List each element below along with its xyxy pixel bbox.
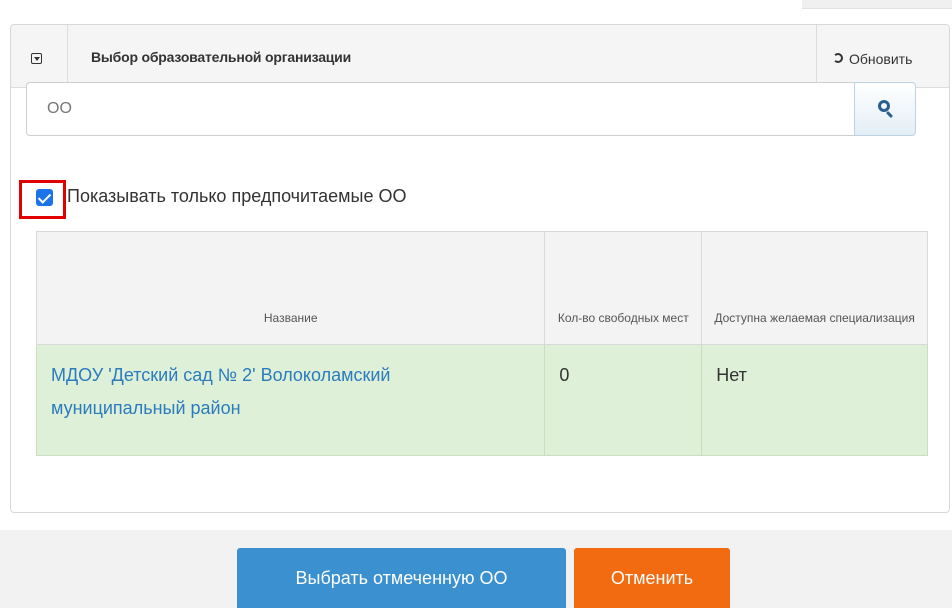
column-header-name[interactable]: Название	[35, 231, 546, 345]
search-input[interactable]	[26, 82, 854, 136]
search-group	[26, 82, 926, 136]
search-button[interactable]	[854, 82, 916, 136]
collapse-icon[interactable]	[31, 53, 42, 64]
column-header-free-places[interactable]: Кол-во свободных мест	[544, 231, 703, 345]
org-name-link[interactable]: МДОУ 'Детский сад № 2' Волоколамский мун…	[51, 365, 390, 418]
table-row[interactable]: МДОУ 'Детский сад № 2' Волоколамский мун…	[35, 344, 928, 456]
cancel-button[interactable]: Отменить	[574, 548, 730, 608]
refresh-label: Обновить	[849, 51, 913, 67]
top-strip	[0, 0, 952, 10]
org-name-cell: МДОУ 'Детский сад № 2' Волоколамский мун…	[35, 344, 546, 456]
free-places-cell: 0	[544, 344, 703, 456]
top-tab-edge	[802, 0, 952, 9]
column-header-specialization[interactable]: Доступна желаемая специализация	[701, 231, 928, 345]
panel-header: Выбор образовательной организации Обнови…	[11, 25, 949, 88]
org-table: Название Кол-во свободных мест Доступна …	[35, 231, 928, 456]
specialization-cell: Нет	[701, 344, 928, 456]
refresh-icon	[833, 53, 843, 63]
preferred-only-checkbox[interactable]	[36, 189, 53, 206]
search-icon-handle	[885, 110, 894, 119]
collapse-toggle[interactable]	[11, 25, 68, 87]
table-header-row: Название Кол-во свободных мест Доступна …	[35, 231, 928, 345]
panel-title: Выбор образовательной организации	[91, 49, 351, 65]
select-org-button[interactable]: Выбрать отмеченную ОО	[237, 548, 566, 608]
refresh-button[interactable]: Обновить	[816, 25, 949, 87]
preferred-only-label[interactable]: Показывать только предпочитаемые ОО	[67, 186, 407, 207]
